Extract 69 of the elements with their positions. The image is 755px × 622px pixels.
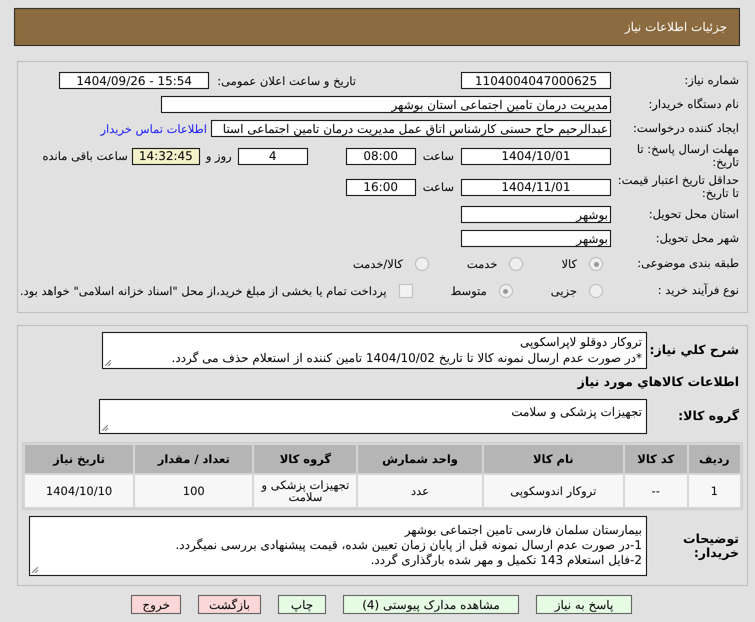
radio-label: کالا [561,257,577,271]
deadline-time-field: 08:00 [346,148,416,164]
deadline-date-field: 1404/10/01 [461,148,611,164]
column-header: واحد شمارش [358,445,482,474]
resize-grip-icon [102,424,108,431]
page-title: جزئیات اطلاعات نیاز [624,20,727,34]
validity-time-field: 16:00 [346,178,416,196]
radio-button[interactable] [589,257,603,271]
field-label: مهلت ارسال پاسخ: تا تاریخ: [636,142,740,170]
radio-button[interactable] [414,257,429,271]
table-cell: تجهیزات پزشکی و سلامت [254,475,356,508]
action-button[interactable]: پاسخ به نیاز [536,595,632,614]
column-header: تاریخ نیاز [25,445,134,474]
days-field: 4 [238,148,308,164]
buyer-contact-link[interactable]: اطلاعات تماس خریدار [100,122,207,136]
field-label: ساعت [422,149,454,163]
resize-grip-icon [32,567,38,574]
field-label: ایجاد کننده درخواست: [632,122,740,136]
action-button[interactable]: خروج [131,595,181,614]
city-field: بوشهر [461,230,611,247]
payment-note: پرداخت تمام یا بخشی از مبلغ خرید،از محل "اسناد خزانه اسلامی" خواهد بود. [20,284,387,298]
radio-label: جزیی [550,284,577,298]
table-cell: -- [624,475,686,508]
remaining-time-field: 14:32:45 [132,148,200,164]
buyer-notes-text-area: بیمارستان سلمان فارسی تامین اجتماعی بوشهر 1-در صورت عدم ارسال نمونه قبل از پایان زمان تعیین شده، قیمت پیشنهادی بررسی نمیگردد. 2-فایل استعلام 143 تکمیل و مهر شده بارگذاری گردد. [29,516,647,576]
radio-button[interactable] [589,284,603,298]
column-header: گروه کالا [254,445,356,474]
column-header: کد کالا [624,445,686,474]
section-title: اطلاعات کالاهاي مورد نياز [576,375,740,390]
radio-button[interactable] [498,284,513,298]
field-label: توضیحات خریدار: [682,532,740,561]
action-button[interactable]: چاپ [278,595,326,614]
table-cell: عدد [358,475,482,508]
column-header: تعداد / مقدار [135,445,252,474]
field-label: شماره نیاز: [683,74,740,88]
radio-label: متوسط [450,284,487,298]
buyer-org-field: مدیریت درمان تامین اجتماعی استان بوشهر [161,96,611,113]
field-label: نام دستگاه خریدار: [647,98,740,112]
table-cell: 1 [688,475,740,508]
field-label: گروه کالا: [677,409,740,424]
province-field: بوشهر [461,206,611,223]
need-number-field: 1104004047000625 [461,72,611,89]
field-label: نوع فرآیند خرید : [656,284,740,298]
column-header: نام کالا [484,445,623,474]
announce-date-field: 1404/09/26 - 15:54 [59,72,210,89]
radio-label: خدمت [466,257,498,271]
column-header: ردیف [688,445,740,474]
action-button[interactable]: بازگشت [198,595,261,614]
validity-date-field: 1404/11/01 [461,178,611,196]
table-cell: 1404/10/10 [25,475,134,508]
field-label: ساعت [422,180,454,194]
field-label: استان محل تحویل: [648,208,740,222]
table-cell: تروکار اندوسکوپی [484,475,623,508]
radio-label: کالا/خدمت [352,257,403,271]
field-label: طبقه بندی موضوعی: [636,257,740,271]
goods-group-text-area: تجهیزات پزشکی و سلامت [99,398,647,434]
radio-button[interactable] [509,257,524,271]
field-label: تاریخ و ساعت اعلان عمومی: [217,74,356,88]
summary-text-area: تروکار دوقلو لاپراسکوپی *در صورت عدم ارسال نمونه کالا تا تاریخ 1404/10/02 تامین کننده از استعلام حذف می گردد. [102,332,647,370]
requester-field: عبدالرحیم حاج حسنی کارشناس اتاق عمل مدیریت درمان تامین اجتماعی استا [211,120,611,137]
field-label: حداقل تاریخ اعتبار قیمت: تا تاریخ: [616,174,740,200]
checkbox[interactable] [398,284,413,298]
action-button[interactable]: مشاهده مدارک پیوستی (4) [343,595,519,614]
field-label: شهر محل تحویل: [654,232,740,246]
field-label: شرح کلي نياز: [648,343,740,358]
field-label: روز و [206,149,232,163]
resize-grip-icon [105,360,111,366]
field-label: ساعت باقی مانده [42,149,128,163]
table-cell: 100 [135,475,252,508]
